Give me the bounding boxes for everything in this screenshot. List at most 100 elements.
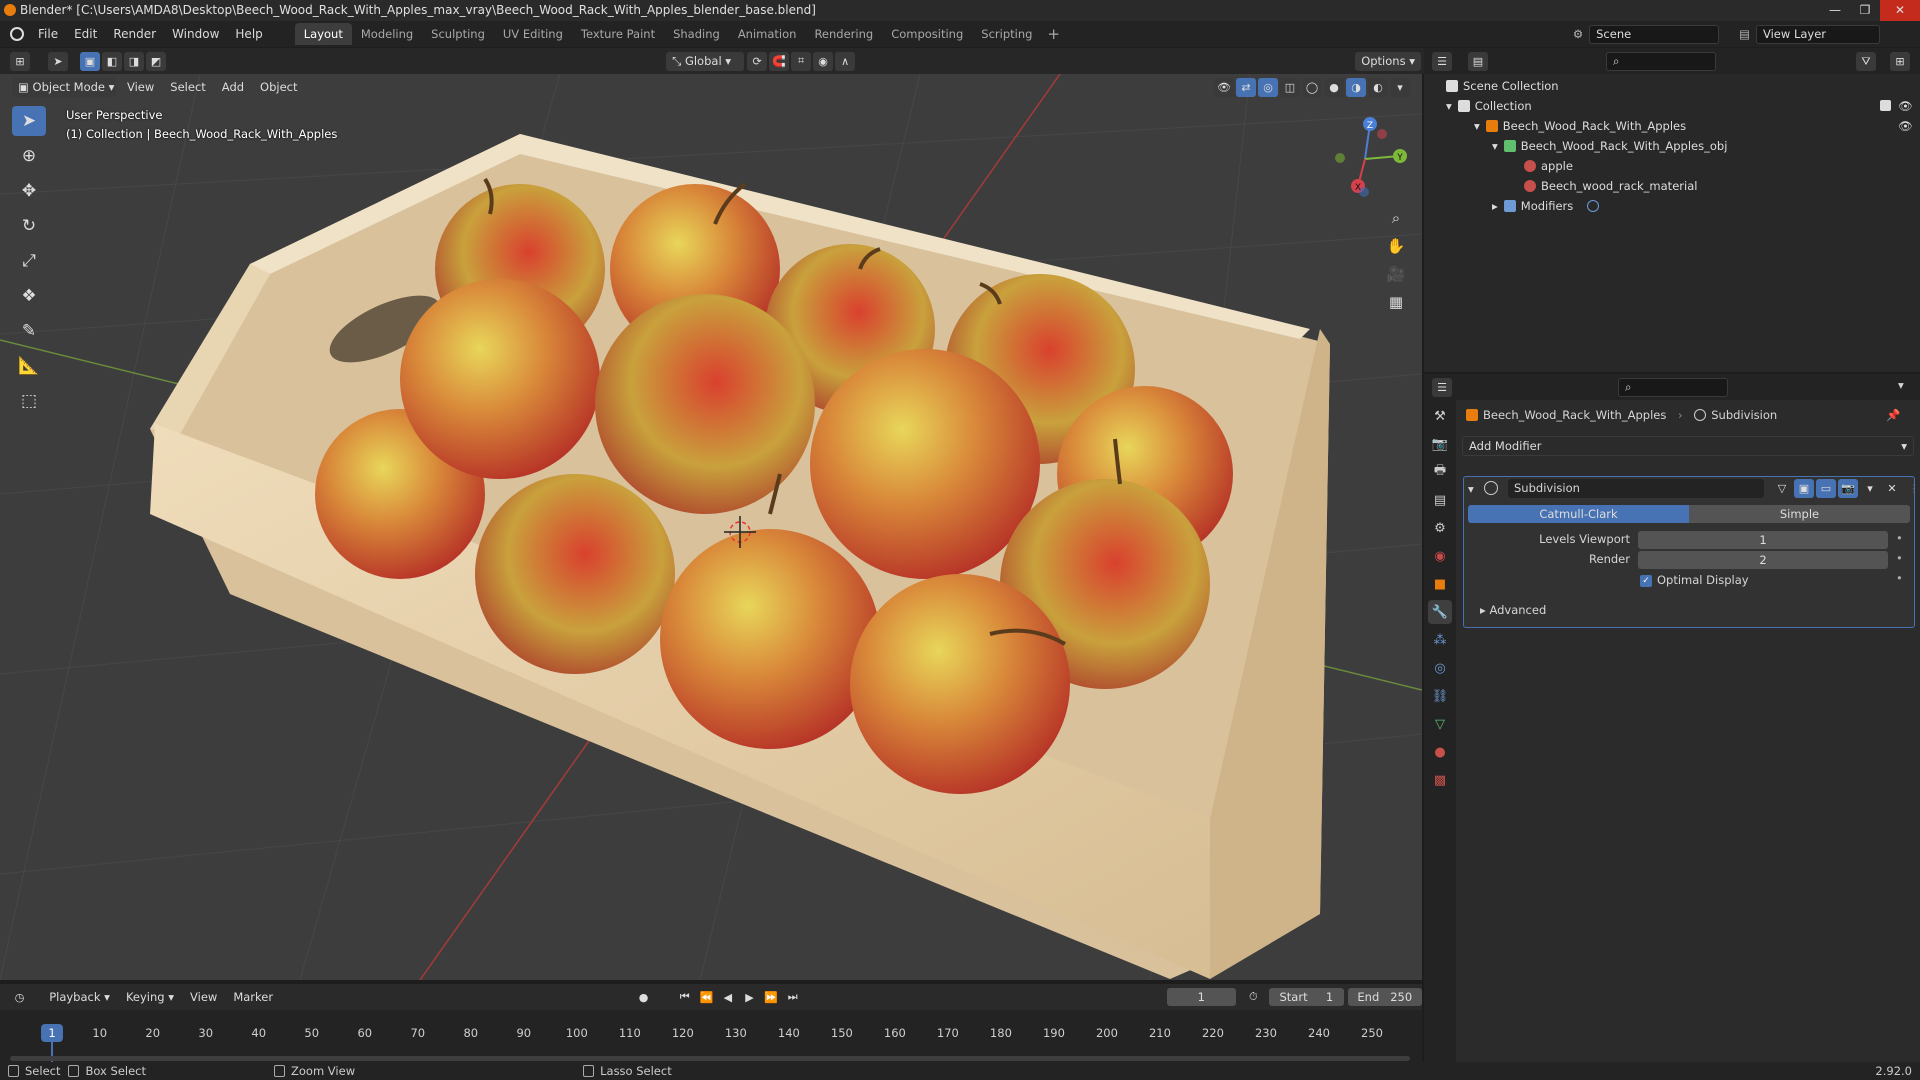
outliner-search-input[interactable]: ⌕ xyxy=(1606,52,1716,71)
start-frame-field[interactable]: Start 1 xyxy=(1269,988,1344,1006)
minimize-button[interactable]: — xyxy=(1820,0,1850,21)
shading-options-icon[interactable]: ▾ xyxy=(1390,77,1410,97)
properties-search-input[interactable]: ⌕ xyxy=(1618,378,1728,397)
modifier-collapse-icon[interactable]: ▾ xyxy=(1468,482,1474,496)
outliner-row-object[interactable]: ▾ Beech_Wood_Rack_With_Apples 👁 xyxy=(1424,116,1920,136)
menu-keying[interactable]: Keying ▾ xyxy=(118,990,182,1004)
tab-rendering[interactable]: Rendering xyxy=(805,23,882,45)
jump-end-icon[interactable]: ⏭ xyxy=(783,988,803,1007)
xray-toggle-icon[interactable]: ◫ xyxy=(1280,77,1300,97)
outliner-row-mesh[interactable]: ▾ Beech_Wood_Rack_With_Apples_obj xyxy=(1424,136,1920,156)
tool-tab-icon[interactable]: ⚒ xyxy=(1428,404,1452,428)
preview-range-icon[interactable]: ⏱ xyxy=(1244,988,1264,1007)
outliner-filter-icon[interactable]: ⛛ xyxy=(1856,52,1876,71)
tab-uv-editing[interactable]: UV Editing xyxy=(494,23,572,45)
constraints-tab-icon[interactable]: ⛓ xyxy=(1428,684,1452,708)
camera-view-icon[interactable]: 🎥 xyxy=(1382,260,1410,288)
outliner-display-mode-icon[interactable]: ▤ xyxy=(1468,52,1488,71)
optimal-display-checkbox[interactable]: ✓ xyxy=(1640,575,1652,587)
outliner-row-scene-collection[interactable]: Scene Collection xyxy=(1424,76,1920,96)
object-mode-dropdown[interactable]: ▣ Object Mode ▾ xyxy=(12,77,116,97)
material-shading-icon[interactable]: ◑ xyxy=(1346,77,1366,97)
pivot-point-icon[interactable]: ⟳ xyxy=(747,51,768,71)
next-keyframe-icon[interactable]: ⏩ xyxy=(761,988,781,1007)
transform-orientation-dropdown[interactable]: ⤡ Global ▾ xyxy=(666,51,745,71)
jump-start-icon[interactable]: ⏮ xyxy=(675,988,695,1007)
record-icon[interactable]: ● xyxy=(634,988,654,1007)
rendered-shading-icon[interactable]: ◐ xyxy=(1368,77,1388,97)
editor-type-icon[interactable]: ⊞ xyxy=(10,51,30,71)
tab-shading[interactable]: Shading xyxy=(664,23,729,45)
select-mode-new-icon[interactable]: ▣ xyxy=(80,51,100,71)
menu-timeline-view[interactable]: View xyxy=(182,990,225,1004)
prev-keyframe-icon[interactable]: ⏪ xyxy=(697,988,717,1007)
texture-tab-icon[interactable]: ▩ xyxy=(1428,768,1452,792)
timeline-scrollbar[interactable] xyxy=(10,1056,1410,1061)
drag-handle-icon[interactable]: ⋮ xyxy=(1904,479,1920,498)
render-tab-icon[interactable]: 📷 xyxy=(1428,432,1452,456)
play-reverse-icon[interactable]: ◀ xyxy=(718,988,738,1007)
select-mode-subtract-icon[interactable]: ◨ xyxy=(124,51,144,71)
solid-shading-icon[interactable]: ● xyxy=(1324,77,1344,97)
menu-add[interactable]: Add xyxy=(214,80,252,94)
menu-playback[interactable]: Playback ▾ xyxy=(41,990,118,1004)
3d-viewport[interactable]: User Perspective (1) Collection | Beech_… xyxy=(0,74,1422,980)
pin-icon[interactable]: 📌 xyxy=(1886,408,1900,422)
transform-tool-icon[interactable]: ❖ xyxy=(12,281,46,311)
tab-scripting[interactable]: Scripting xyxy=(972,23,1041,45)
remove-modifier-icon[interactable]: ✕ xyxy=(1882,479,1902,498)
menu-file[interactable]: File xyxy=(30,27,66,41)
menu-select[interactable]: Select xyxy=(162,80,213,94)
navigation-gizmo[interactable]: Z Y X xyxy=(1320,114,1410,204)
collection-visibility-icon[interactable]: 👁 xyxy=(1898,96,1913,116)
timeline-ruler[interactable]: 1 10 20 30 40 50 60 70 80 90 100 110 120 130 140 150 16… xyxy=(0,1010,1422,1062)
tab-layout[interactable]: Layout xyxy=(294,23,352,45)
view-layer-tab-icon[interactable]: ▤ xyxy=(1428,488,1452,512)
advanced-section-toggle[interactable]: ▸ Advanced xyxy=(1480,603,1546,617)
menu-marker[interactable]: Marker xyxy=(225,990,281,1004)
tab-animation[interactable]: Animation xyxy=(729,23,806,45)
outliner-row-collection[interactable]: ▾ Collection 👁 xyxy=(1424,96,1920,116)
collection-checkbox-icon[interactable] xyxy=(1880,100,1891,111)
end-frame-field[interactable]: End 250 xyxy=(1347,988,1423,1006)
scene-tab-icon[interactable]: ⚙ xyxy=(1428,516,1452,540)
perspective-toggle-icon[interactable]: ▦ xyxy=(1382,288,1410,316)
select-tool-icon[interactable]: ➤ xyxy=(48,51,68,71)
move-tool-icon[interactable]: ✥ xyxy=(12,176,46,206)
catmull-clark-button[interactable]: Catmull-Clark xyxy=(1468,505,1689,523)
output-tab-icon[interactable]: 🖶 xyxy=(1428,460,1452,484)
select-mode-extend-icon[interactable]: ◧ xyxy=(102,51,122,71)
rotate-tool-icon[interactable]: ↻ xyxy=(12,211,46,241)
object-tab-icon[interactable]: ■ xyxy=(1428,572,1452,596)
viewport-toggle-icon[interactable]: ▭ xyxy=(1816,479,1836,498)
data-tab-icon[interactable]: ▽ xyxy=(1428,712,1452,736)
tab-sculpting[interactable]: Sculpting xyxy=(422,23,494,45)
snap-target-icon[interactable]: ⌗ xyxy=(791,51,812,71)
menu-edit[interactable]: Edit xyxy=(66,27,105,41)
snap-icon[interactable]: 🧲 xyxy=(769,51,790,71)
outliner-row-modifiers[interactable]: ▸ Modifiers xyxy=(1424,196,1920,216)
modifier-menu-icon[interactable]: ▾ xyxy=(1860,479,1880,498)
modifier-tab-icon[interactable]: 🔧 xyxy=(1428,600,1452,624)
view-layer-selector[interactable]: View Layer xyxy=(1756,24,1880,44)
render-levels-field[interactable]: 2 xyxy=(1638,551,1888,569)
add-modifier-dropdown[interactable]: Add Modifier ▾ xyxy=(1462,436,1914,456)
select-mode-intersect-icon[interactable]: ◩ xyxy=(146,51,166,71)
levels-viewport-field[interactable]: 1 xyxy=(1638,531,1888,549)
cage-toggle-icon[interactable]: ▣ xyxy=(1794,479,1814,498)
simple-button[interactable]: Simple xyxy=(1689,505,1910,523)
select-box-tool-icon[interactable]: ➤ xyxy=(12,106,46,136)
tab-compositing[interactable]: Compositing xyxy=(882,23,972,45)
outliner-editor-type-icon[interactable]: ☰ xyxy=(1432,52,1452,71)
timeline-editor-type-icon[interactable]: ◷ xyxy=(10,988,30,1007)
menu-object[interactable]: Object xyxy=(252,80,305,94)
particles-tab-icon[interactable]: ⁂ xyxy=(1428,628,1452,652)
falloff-icon[interactable]: ∧ xyxy=(835,51,856,71)
keyframe-dot-icon[interactable]: • xyxy=(1896,531,1903,545)
visibility-icon[interactable]: 👁 xyxy=(1214,77,1234,97)
close-button[interactable]: ✕ xyxy=(1880,0,1920,21)
maximize-button[interactable]: ❐ xyxy=(1850,0,1880,21)
options-dropdown[interactable]: Options ▾ xyxy=(1355,51,1421,71)
add-workspace-button[interactable]: + xyxy=(1041,25,1066,43)
menu-window[interactable]: Window xyxy=(164,27,227,41)
